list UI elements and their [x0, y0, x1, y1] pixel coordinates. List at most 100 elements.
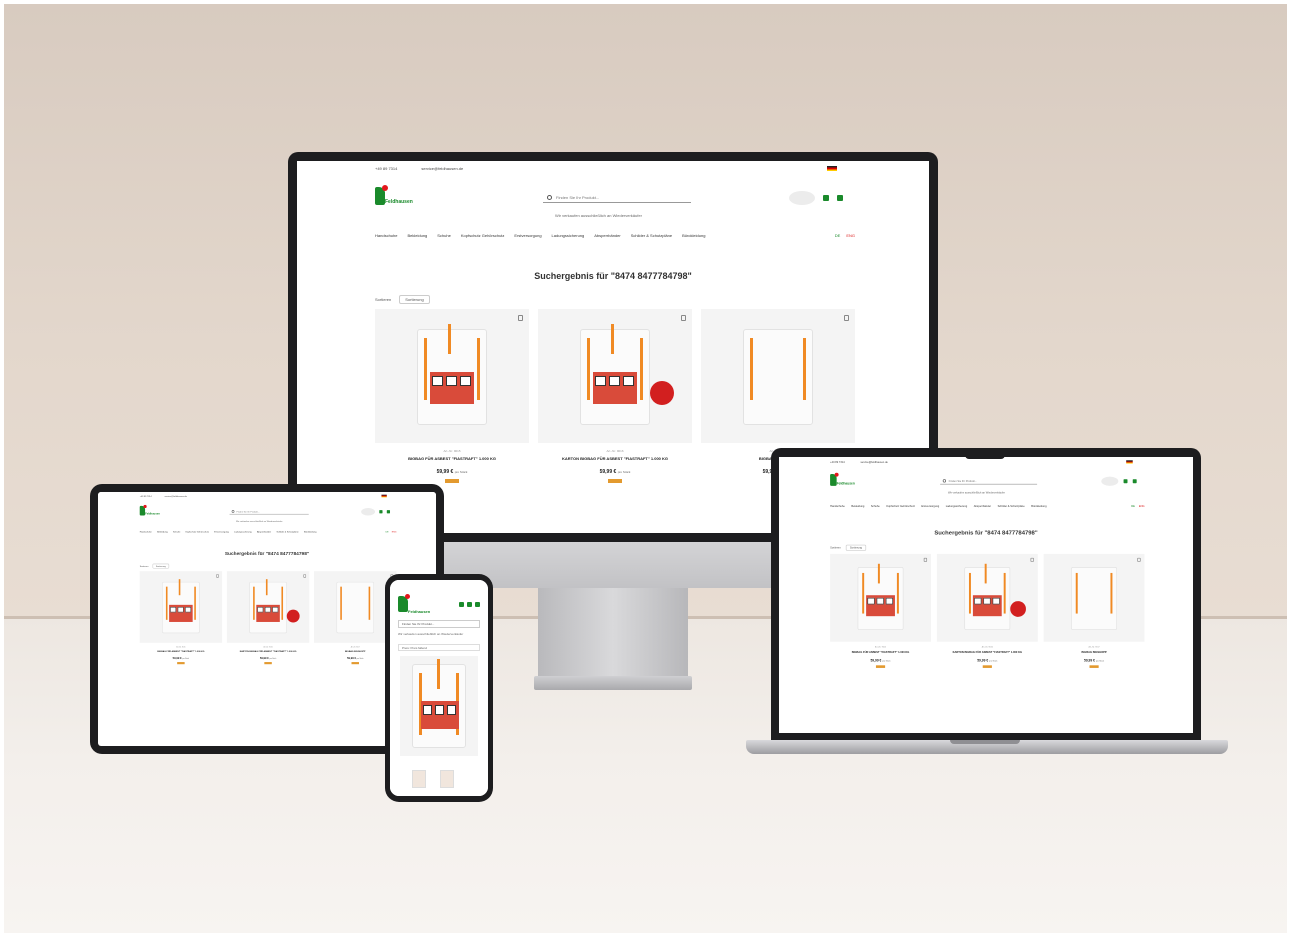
nav-item[interactable]: Bürokleidung [304, 531, 316, 534]
product-card[interactable]: Art.-Nr. 9016 KARTON BIGBAG FÜR ASBEST "… [226, 571, 310, 665]
nav-item[interactable]: Ladungssicherung [946, 504, 967, 507]
nav-item[interactable]: Ladungssicherung [552, 233, 585, 238]
product-image[interactable] [701, 309, 855, 443]
account-icon[interactable] [459, 602, 464, 607]
search-field[interactable] [229, 509, 309, 515]
product-image[interactable] [139, 571, 223, 643]
wishlist-icon[interactable] [1030, 557, 1034, 562]
lang-de[interactable]: DE [835, 233, 841, 238]
nav-item[interactable]: Erstversorgung [514, 233, 541, 238]
cart-icon[interactable] [467, 602, 472, 607]
search-input[interactable] [948, 479, 1028, 483]
product-name[interactable]: KARTON BIGBAG FÜR ASBEST "FIASTRAFT" 1.0… [538, 456, 692, 461]
nav-item[interactable]: Absperrbänder [974, 504, 991, 507]
product-image[interactable] [936, 553, 1038, 642]
product-name[interactable]: KARTON BIGBAG FÜR ASBEST "FIASTRAFT" 1.0… [937, 650, 1038, 653]
cart-icon[interactable] [386, 510, 391, 514]
product-card[interactable]: Art.-Nr. 9015 BIGBAG FÜR ASBEST "FIASTRA… [830, 553, 931, 668]
email-link[interactable]: service@feldhausen.de [860, 460, 887, 463]
lang-en[interactable]: ENG [392, 531, 397, 534]
product-image[interactable] [538, 309, 692, 443]
menu-icon[interactable] [475, 602, 480, 607]
wishlist-icon[interactable] [518, 315, 523, 321]
nav-item[interactable]: Bekleidung [157, 531, 168, 534]
nav-item[interactable]: Schilder & Schutzpläne [276, 531, 298, 534]
cart-icon[interactable] [837, 195, 843, 201]
nav-item[interactable]: Handschuhe [830, 504, 845, 507]
product-card[interactable]: Art.-Nr. 9016 KARTON BIGBAG FÜR ASBEST "… [936, 553, 1038, 668]
nav-item[interactable]: Schilder & Schutzpläne [631, 233, 672, 238]
nav-item[interactable]: Bekleidung [407, 233, 427, 238]
nav-item[interactable]: Schilder & Schutzpläne [998, 504, 1025, 507]
nav-item[interactable]: Schuhe [437, 233, 451, 238]
nav-item[interactable]: Handschuhe [140, 531, 152, 534]
product-card[interactable]: Art.-Nr. 9015 BIGBAG FÜR ASBEST "FIASTRA… [139, 571, 223, 665]
quality-seal-icon [789, 191, 815, 205]
product-name[interactable]: KARTON BIGBAG FÜR ASBEST "FIASTRAFT" 1.0… [227, 650, 309, 653]
email-link[interactable]: service@feldhausen.de [421, 166, 463, 171]
email-link[interactable]: service@feldhausen.de [165, 494, 187, 497]
search-field[interactable] [940, 478, 1038, 485]
nav-item[interactable]: Erstversorgung [214, 531, 229, 534]
wishlist-icon[interactable] [216, 574, 219, 578]
lang-de[interactable]: DE [386, 531, 389, 534]
lang-en[interactable]: ENG [1139, 504, 1145, 507]
nav-item[interactable]: Absperrbänder [257, 531, 271, 534]
product-image[interactable] [830, 553, 931, 642]
product-image[interactable] [375, 309, 529, 443]
nav-item[interactable]: Absperrbänder [594, 233, 620, 238]
lang-en[interactable]: ENG [846, 233, 855, 238]
nav-item[interactable]: Bekleidung [851, 504, 864, 507]
german-flag-icon[interactable] [381, 494, 387, 498]
sort-select[interactable]: Sortierung [152, 563, 169, 569]
wishlist-icon[interactable] [844, 315, 849, 321]
account-icon[interactable] [379, 510, 383, 514]
wishlist-icon[interactable] [303, 574, 307, 578]
thumbnail[interactable] [440, 770, 454, 788]
product-card[interactable]: Art.-Nr. 9016 KARTON BIGBAG FÜR ASBEST "… [538, 309, 692, 483]
site-logo[interactable]: Feldhausen [830, 472, 856, 490]
search-field[interactable] [543, 193, 691, 203]
product-image[interactable] [1043, 553, 1145, 642]
sort-select[interactable]: Sortierung [399, 295, 430, 304]
phone-link[interactable]: +49 89 7314 [140, 494, 152, 497]
product-image[interactable] [400, 656, 478, 756]
thumbnail[interactable] [412, 770, 426, 788]
account-icon[interactable] [823, 195, 829, 201]
phone-link[interactable]: +49 89 7314 [830, 460, 845, 463]
nav-item[interactable]: Schuhe [871, 504, 880, 507]
nav-item[interactable]: Bürokleidung [682, 233, 705, 238]
site-logo[interactable]: Feldhausen [139, 504, 161, 519]
wishlist-icon[interactable] [923, 557, 928, 562]
wishlist-icon[interactable] [1137, 557, 1141, 562]
site-logo[interactable]: Feldhausen [375, 185, 415, 211]
product-image[interactable] [226, 571, 310, 643]
lang-de[interactable]: DE [1131, 504, 1135, 507]
nav-item[interactable]: Kopfschutz Gehörschutz [461, 233, 505, 238]
cart-icon[interactable] [1132, 479, 1137, 484]
nav-item[interactable]: Kopfschutz Gehörschutz [186, 531, 209, 534]
product-name[interactable]: BIGBAG FÜR ASBEST "FIASTRAFT" 1.000 KG [375, 456, 529, 461]
nav-item[interactable]: Kopfschutz Gehörschutz [886, 504, 915, 507]
product-name[interactable]: BIGBAG BIGSHOPP [1044, 650, 1145, 653]
product-name[interactable]: BIGBAG FÜR ASBEST "FIASTRAFT" 1.000 KG [140, 650, 222, 653]
wishlist-icon[interactable] [681, 315, 686, 321]
language-switch: DE ENG [1131, 504, 1144, 507]
product-card[interactable]: Art.-Nr. 9017 BIGBAG BIGSHOPP 59,99 € pr… [1043, 553, 1145, 668]
nav-item[interactable]: Ladungssicherung [234, 531, 251, 534]
nav-item[interactable]: Erstversorgung [921, 504, 939, 507]
nav-item[interactable]: Schuhe [173, 531, 180, 534]
phone-link[interactable]: +49 89 7314 [375, 166, 397, 171]
german-flag-icon[interactable] [827, 166, 837, 171]
sort-select[interactable]: Sortierung [845, 544, 866, 551]
nav-item[interactable]: Bürokleidung [1031, 504, 1046, 507]
search-input[interactable] [556, 195, 676, 200]
german-flag-icon[interactable] [1126, 460, 1133, 464]
product-card[interactable]: Art.-Nr. 9015 BIGBAG FÜR ASBEST "FIASTRA… [375, 309, 529, 483]
nav-item[interactable]: Handschuhe [375, 233, 397, 238]
mobile-sort-select[interactable]: Preis: Preis fallend [398, 644, 480, 651]
mobile-search-input[interactable]: Finden Sie Ihr Produkt... [398, 620, 480, 628]
search-input[interactable] [236, 510, 301, 513]
account-icon[interactable] [1123, 479, 1128, 484]
product-name[interactable]: BIGBAG FÜR ASBEST "FIASTRAFT" 1.000 KG [830, 650, 931, 653]
